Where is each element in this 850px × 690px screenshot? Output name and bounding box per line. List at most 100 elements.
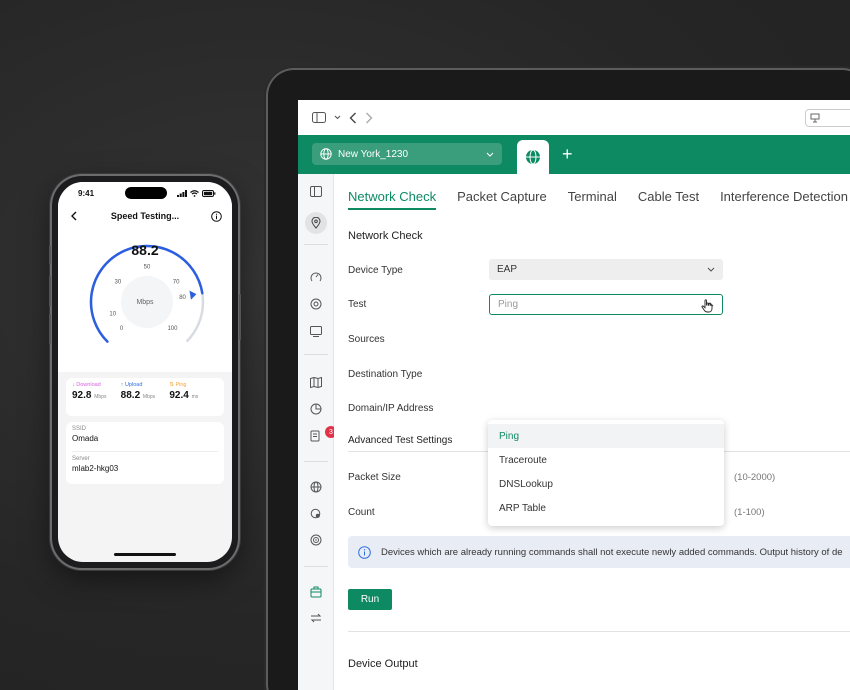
- hand-cursor-icon: [701, 299, 713, 313]
- globe-icon: [320, 148, 332, 160]
- dynamic-island: [125, 187, 167, 199]
- logs-icon[interactable]: 3: [306, 426, 337, 446]
- device-type-select[interactable]: EAP: [489, 259, 723, 280]
- tab-packet-capture[interactable]: Packet Capture: [457, 174, 547, 218]
- dropdown-option-traceroute[interactable]: Traceroute: [488, 448, 724, 472]
- upload-arrow-icon: ↑: [120, 382, 124, 388]
- phone-screen: 9:41 Speed Testing... 0 10 30 50 70 80 1…: [58, 182, 232, 562]
- app-header: New York_1230 +: [298, 135, 850, 174]
- device-type-value: EAP: [497, 264, 518, 275]
- stat-upload-label: ↑ Upload: [120, 382, 143, 388]
- forward-arrow-icon[interactable]: [365, 109, 373, 127]
- dropdown-option-arp-table[interactable]: ARP Table: [488, 496, 724, 520]
- gauge-tick-label: 10: [109, 312, 116, 318]
- tool-tabs: Network Check Packet Capture Terminal Ca…: [348, 174, 848, 218]
- app-sidebar: 3: [298, 174, 337, 690]
- browser-toolbar: [298, 100, 850, 135]
- toolbox-icon[interactable]: [306, 582, 326, 602]
- tab-terminal[interactable]: Terminal: [568, 174, 617, 218]
- settings-search-icon[interactable]: [306, 504, 326, 524]
- server-value: mlab2-hkg03: [72, 464, 119, 473]
- phone-action-button: [49, 246, 51, 264]
- advanced-settings-title: Advanced Test Settings: [348, 435, 453, 446]
- run-button[interactable]: Run: [348, 589, 392, 610]
- pie-chart-icon[interactable]: [306, 399, 326, 419]
- globe-icon: [526, 149, 540, 165]
- phone-volume-down: [49, 314, 51, 344]
- home-indicator[interactable]: [114, 553, 176, 556]
- dropdown-option-dnslookup[interactable]: DNSLookup: [488, 472, 724, 496]
- sidebar-divider: [304, 566, 328, 567]
- tab-network-check[interactable]: Network Check: [348, 174, 437, 218]
- site-selector[interactable]: New York_1230: [312, 143, 502, 165]
- section-title: Network Check: [348, 230, 423, 242]
- stat-download-label: ↓ Download: [72, 382, 101, 388]
- status-icons: [177, 189, 216, 197]
- server-row: Server mlab2-hkg03: [72, 452, 218, 482]
- ping-arrow-icon: ⇅: [169, 382, 174, 388]
- sidebar-divider: [304, 354, 328, 355]
- signal-icon: [177, 189, 187, 197]
- browser-address-box[interactable]: [805, 109, 850, 127]
- stat-ping-label: ⇅ Ping: [169, 382, 187, 388]
- sidebar-collapse-icon[interactable]: [306, 181, 326, 201]
- stat-download: ↓ Download 92.8 Mbps: [72, 382, 121, 412]
- speed-stats-card: ↓ Download 92.8 Mbps ↑ Upload 88.2 Mbps …: [66, 378, 224, 416]
- speed-gauge: 01030507080100: [89, 244, 205, 352]
- dashboard-icon[interactable]: [306, 267, 326, 287]
- switch-arrows-icon[interactable]: [306, 608, 326, 628]
- wifi-icon: [190, 189, 199, 197]
- phone-device: 9:41 Speed Testing... 0 10 30 50 70 80 1…: [49, 176, 241, 568]
- map-icon[interactable]: [306, 372, 326, 392]
- chevron-down-icon[interactable]: [334, 109, 341, 127]
- info-icon: [358, 545, 371, 559]
- gauge-tick-label: 70: [173, 279, 180, 285]
- laptop-screen: New York_1230 + 3 Network Check Packet C…: [298, 100, 850, 690]
- ssid-value: Omada: [72, 434, 99, 443]
- status-time: 9:41: [78, 188, 95, 198]
- device-output-title: Device Output: [348, 658, 418, 670]
- add-tab-icon[interactable]: +: [562, 145, 573, 163]
- test-label: Test: [348, 299, 367, 310]
- phone-volume-up: [49, 276, 51, 306]
- tab-cable-test[interactable]: Cable Test: [638, 174, 699, 218]
- test-select[interactable]: Ping: [489, 294, 723, 315]
- tab-interference-detection[interactable]: Interference Detection: [720, 174, 848, 218]
- stat-ping: ⇅ Ping 92.4 ms: [169, 382, 218, 412]
- devices-icon[interactable]: [306, 321, 326, 341]
- stat-upload: ↑ Upload 88.2 Mbps: [121, 382, 170, 412]
- speed-test-title: Speed Testing...: [110, 211, 180, 221]
- gauge-tick-label: 50: [144, 265, 151, 271]
- gauge-value: 88.2: [131, 242, 159, 258]
- sidebar-toggle-icon[interactable]: [312, 109, 326, 127]
- ssid-label: SSID: [72, 426, 87, 432]
- stat-upload-value: 88.2 Mbps: [120, 390, 156, 401]
- main-content: Network Check Packet Capture Terminal Ca…: [334, 174, 850, 690]
- packet-size-label: Packet Size: [348, 472, 401, 483]
- dropdown-option-ping[interactable]: Ping: [488, 424, 724, 448]
- network-tools-icon[interactable]: [306, 530, 326, 550]
- speed-test-panel: 9:41 Speed Testing... 0 10 30 50 70 80 1…: [58, 182, 232, 372]
- tab-global-view[interactable]: [517, 140, 549, 174]
- chevron-down-icon: [707, 267, 715, 272]
- packet-size-hint: (10-2000): [734, 472, 776, 483]
- battery-icon: [202, 189, 216, 197]
- back-arrow-icon[interactable]: [349, 109, 357, 127]
- statistics-icon[interactable]: [306, 294, 326, 314]
- chevron-down-icon: [486, 152, 494, 157]
- site-name: New York_1230: [338, 148, 409, 160]
- gauge-tick-label: 100: [167, 326, 178, 332]
- back-icon[interactable]: [68, 210, 80, 222]
- info-icon[interactable]: [210, 210, 222, 222]
- ssid-row: SSID Omada: [72, 422, 218, 452]
- globe-icon[interactable]: [306, 477, 326, 497]
- location-icon[interactable]: [305, 212, 327, 234]
- stat-download-value: 92.8 Mbps: [72, 390, 107, 401]
- laptop-device: New York_1230 + 3 Network Check Packet C…: [268, 70, 850, 690]
- sidebar-divider: [304, 244, 328, 245]
- notice-text: Devices which are already running comman…: [381, 546, 843, 558]
- domain-ip-label: Domain/IP Address: [348, 403, 434, 414]
- gauge-unit: Mbps: [136, 299, 154, 306]
- sidebar-divider: [304, 461, 328, 462]
- speed-test-header: Speed Testing...: [58, 204, 232, 228]
